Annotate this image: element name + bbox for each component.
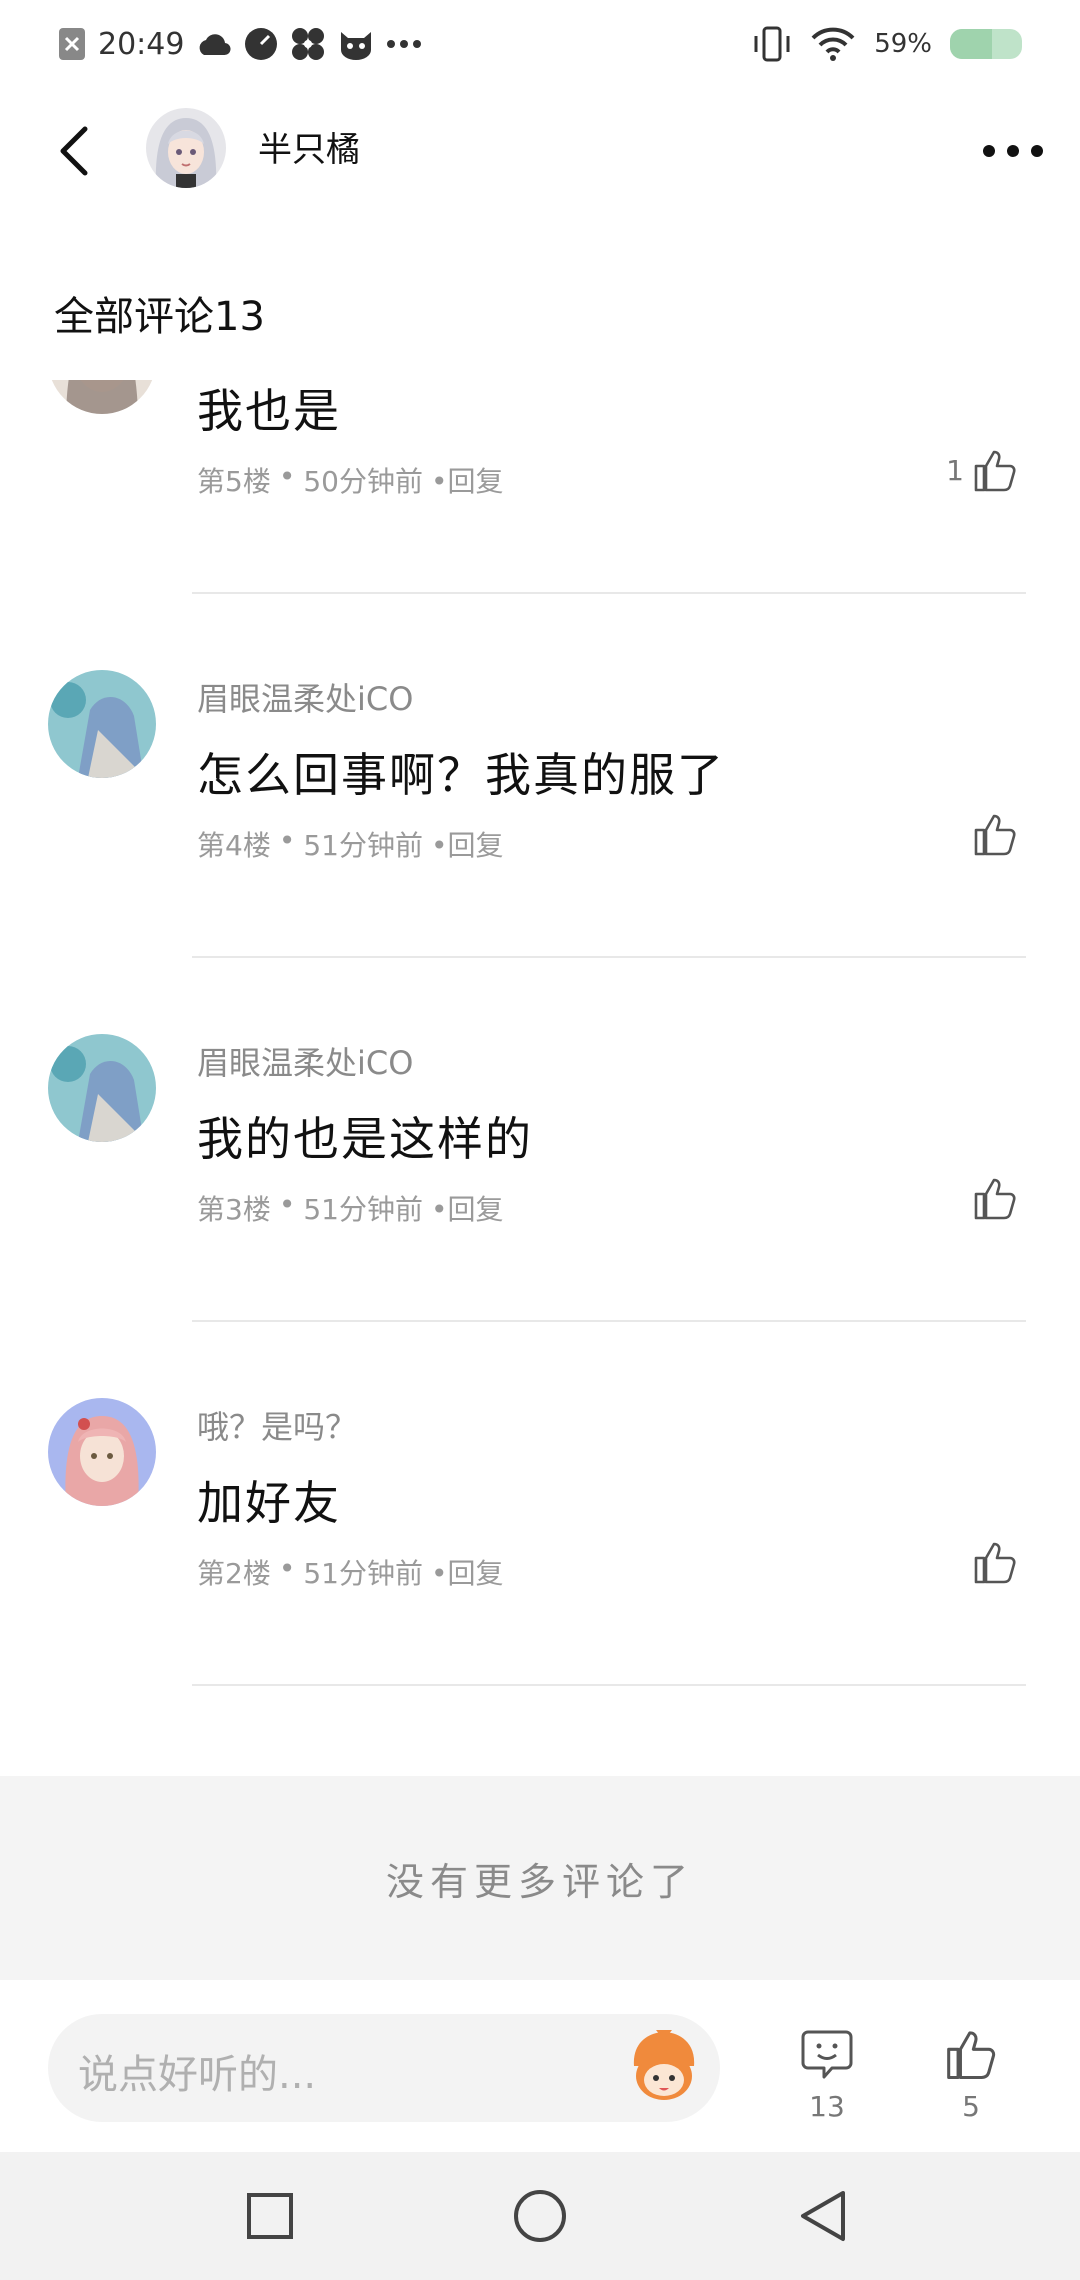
comment-item: 眉眼温柔处iCO 我的也是这样的 第3楼 • 51分钟前 •回复 bbox=[0, 988, 1080, 1352]
comment-input[interactable]: 说点好听的... bbox=[48, 2014, 720, 2122]
comment-divider bbox=[192, 592, 1026, 594]
comment-floor: 第5楼 bbox=[197, 465, 271, 498]
comment-floor: 第2楼 bbox=[197, 1557, 271, 1590]
like-count: 1 bbox=[946, 453, 964, 487]
meta-dot: • bbox=[278, 460, 296, 493]
comment-meta: 第5楼 • 50分钟前 •回复 bbox=[197, 460, 504, 500]
thumbs-up-icon bbox=[947, 2031, 996, 2080]
mascot-emoji-icon bbox=[633, 2030, 695, 2100]
author-name[interactable]: 半只橘 bbox=[258, 122, 360, 171]
commenter-avatar[interactable] bbox=[48, 1398, 156, 1506]
home-button[interactable] bbox=[510, 2186, 570, 2246]
comment-time: 50分钟前 bbox=[303, 465, 423, 498]
comment-time: 51分钟前 bbox=[303, 1193, 423, 1226]
more-dots-icon bbox=[386, 39, 422, 49]
comment-time: 51分钟前 bbox=[303, 829, 423, 862]
cat-icon bbox=[338, 28, 374, 60]
notification-x-icon bbox=[58, 27, 86, 61]
status-bar-right: 59% bbox=[752, 22, 1022, 66]
comments-section-title: 全部评论13 bbox=[54, 294, 265, 340]
back-nav-button[interactable] bbox=[792, 2186, 852, 2246]
author-avatar[interactable] bbox=[146, 108, 226, 188]
emoji-mascot-button[interactable] bbox=[622, 2026, 706, 2110]
thumbs-up-icon bbox=[974, 814, 1016, 856]
commenter-name[interactable]: 哦？是吗？ bbox=[197, 1402, 357, 1448]
comment-item: 眉眼温柔处iCO 怎么回事啊？我真的服了 第4楼 • 51分钟前 •回复 bbox=[0, 624, 1080, 988]
comment-input-placeholder: 说点好听的... bbox=[78, 2052, 317, 2098]
recents-button[interactable] bbox=[240, 2186, 300, 2246]
comment-text: 我也是 bbox=[197, 384, 341, 438]
post-like-button[interactable]: 5 bbox=[936, 2028, 1006, 2123]
commenter-avatar[interactable] bbox=[48, 380, 156, 414]
more-horizontal-icon bbox=[983, 145, 1043, 157]
comment-item: 我也是 第5楼 • 50分钟前 •回复 1 bbox=[0, 380, 1080, 624]
comment-floor: 第3楼 bbox=[197, 1193, 271, 1226]
app-header: 半只橘 bbox=[0, 96, 1080, 206]
commenter-avatar[interactable] bbox=[48, 1034, 156, 1142]
speed-icon bbox=[244, 27, 278, 61]
reply-link[interactable]: •回复 bbox=[431, 460, 504, 500]
battery-icon bbox=[950, 29, 1022, 59]
battery-percent: 59% bbox=[874, 29, 932, 59]
square-icon bbox=[247, 2193, 293, 2239]
comment-text: 怎么回事啊？我真的服了 bbox=[197, 748, 725, 802]
meta-dot: • bbox=[278, 1188, 296, 1221]
status-bar-left: 20:49 bbox=[58, 22, 422, 66]
commenter-name[interactable]: 眉眼温柔处iCO bbox=[197, 674, 413, 720]
comment-text: 我的也是这样的 bbox=[197, 1112, 533, 1166]
comment-meta: 第2楼 • 51分钟前 •回复 bbox=[197, 1552, 504, 1592]
comments-action-button[interactable]: 13 bbox=[792, 2028, 862, 2123]
like-button[interactable] bbox=[964, 1540, 1018, 1584]
battery-fill bbox=[950, 29, 993, 59]
comment-divider bbox=[192, 956, 1026, 958]
comment-text: 加好友 bbox=[197, 1476, 341, 1530]
status-time: 20:49 bbox=[98, 26, 185, 62]
meta-dot: • bbox=[278, 824, 296, 857]
commenter-avatar[interactable] bbox=[48, 670, 156, 778]
comment-list[interactable]: 我也是 第5楼 • 50分钟前 •回复 1 眉眼温柔处iCO 怎么回事啊？我真的… bbox=[0, 380, 1080, 1775]
reply-link[interactable]: •回复 bbox=[431, 1552, 504, 1592]
comment-divider bbox=[192, 1320, 1026, 1322]
no-more-comments: 没有更多评论了 bbox=[0, 1776, 1080, 1980]
like-button[interactable]: 1 bbox=[946, 448, 1018, 492]
comment-meta: 第4楼 • 51分钟前 •回复 bbox=[197, 824, 504, 864]
system-nav-bar bbox=[0, 2152, 1080, 2280]
comment-item: 哦？是吗？ 加好友 第2楼 • 51分钟前 •回复 bbox=[0, 1352, 1080, 1716]
comment-count: 13 bbox=[809, 2090, 845, 2123]
like-button[interactable] bbox=[964, 812, 1018, 856]
thumbs-up-icon bbox=[974, 1178, 1016, 1220]
like-total: 5 bbox=[962, 2090, 980, 2123]
back-button[interactable] bbox=[44, 118, 104, 184]
like-button[interactable] bbox=[964, 1176, 1018, 1220]
comment-time: 51分钟前 bbox=[303, 1557, 423, 1590]
wifi-icon bbox=[810, 27, 856, 61]
circle-icon bbox=[514, 2190, 566, 2242]
cloud-icon bbox=[196, 29, 232, 59]
vibrate-icon bbox=[752, 26, 792, 62]
comment-meta: 第3楼 • 51分钟前 •回复 bbox=[197, 1188, 504, 1228]
comment-divider bbox=[192, 1684, 1026, 1686]
reply-link[interactable]: •回复 bbox=[431, 824, 504, 864]
more-options-button[interactable] bbox=[980, 126, 1046, 176]
triangle-back-icon bbox=[801, 2191, 845, 2241]
reply-link[interactable]: •回复 bbox=[431, 1188, 504, 1228]
thumbs-up-icon bbox=[974, 450, 1016, 492]
commenter-name[interactable]: 眉眼温柔处iCO bbox=[197, 1038, 413, 1084]
status-bar: 20:49 59% bbox=[0, 0, 1080, 86]
fan-icon bbox=[290, 26, 326, 62]
chevron-left-icon bbox=[60, 126, 88, 176]
bottom-action-bar: 说点好听的... 13 5 bbox=[0, 1980, 1080, 2152]
thumbs-up-icon bbox=[974, 1542, 1016, 1584]
comment-floor: 第4楼 bbox=[197, 829, 271, 862]
meta-dot: • bbox=[278, 1552, 296, 1585]
comment-bubble-icon bbox=[801, 2030, 853, 2079]
